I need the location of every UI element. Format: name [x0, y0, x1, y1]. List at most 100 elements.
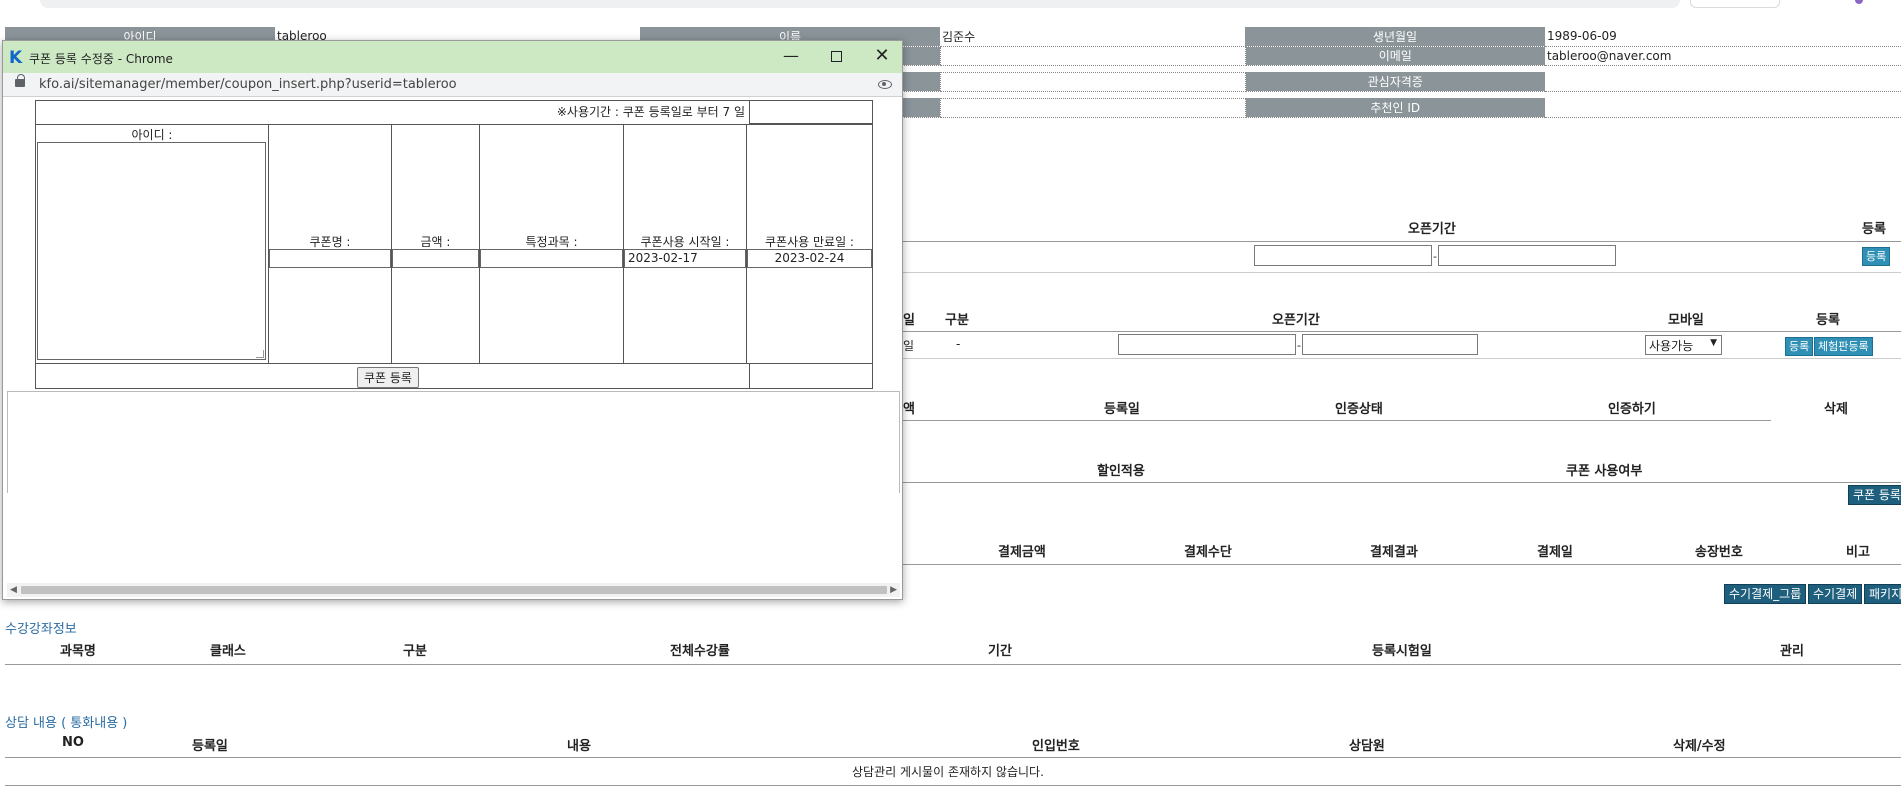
end-date-input[interactable]: 2023-02-24 [747, 249, 872, 268]
mobile-select[interactable]: 사용가능 ▼ [1645, 335, 1722, 355]
divider [903, 331, 1901, 332]
payment-result-header: 결제결과 [1370, 545, 1418, 560]
open-period-header-2: 오픈기간 [1272, 313, 1320, 328]
chevron-down-icon: ▼ [1710, 338, 1717, 348]
course-col-manage: 관리 [1780, 644, 1804, 659]
resize-handle-icon[interactable] [256, 350, 264, 358]
payment-method-header: 결제수단 [1184, 545, 1232, 560]
close-icon[interactable]: ✕ [870, 45, 894, 67]
address-bar-bottom [40, 0, 1680, 8]
mobile-register-button[interactable]: 등록 [1785, 337, 1814, 356]
reg-date-header: 등록일 [1104, 402, 1140, 417]
course-col-progress: 전체수강률 [670, 644, 730, 659]
popup-titlebar[interactable]: K 쿠폰 등록 수정중 - Chrome — ✕ [3, 41, 902, 73]
popup-lower-frame [7, 391, 900, 493]
payment-date-header: 결제일 [1537, 545, 1573, 560]
minimize-icon[interactable]: — [779, 45, 803, 67]
amount-label: 금액 : [420, 235, 451, 249]
verify-header: 인증하기 [1608, 402, 1656, 417]
k-logo-icon: K [9, 48, 23, 68]
profile-icon[interactable] [1855, 0, 1863, 4]
delete-header: 삭제 [1824, 402, 1848, 417]
lock-icon [15, 74, 25, 87]
eye-icon[interactable] [878, 80, 892, 89]
course-input[interactable] [480, 249, 623, 268]
register-header-2: 등록 [1816, 313, 1840, 328]
browser-top-strip [0, 0, 1901, 22]
mobile-open-start-input[interactable] [1118, 334, 1296, 355]
email-label: 이메일 [1245, 46, 1545, 66]
info-value-blank [939, 45, 1246, 66]
mobile-open-end-input[interactable] [1302, 334, 1478, 355]
course-col-class: 클래스 [210, 644, 246, 659]
submit-side-cell [749, 363, 873, 389]
maximize-icon[interactable] [824, 45, 848, 67]
payment-amount-header: 결제금액 [998, 545, 1046, 560]
referrer-value [1545, 98, 1901, 118]
open-register-button[interactable]: 등록 [1862, 247, 1891, 266]
usage-period-notice: ※사용기간 : 쿠폰 등록일로 부터 7 일 [556, 105, 745, 119]
coupon-name-label: 쿠폰명 : [309, 235, 351, 249]
scroll-right-icon[interactable]: ▶ [890, 585, 897, 595]
toolbar-pill [1690, 0, 1780, 8]
divider [903, 358, 1901, 359]
referrer-label: 추천인 ID [1245, 98, 1545, 118]
amount-input[interactable] [392, 249, 479, 268]
info-value-blank [939, 71, 1246, 92]
manual-payment-button[interactable]: 수기결제 [1808, 584, 1863, 604]
course-section-title: 수강강좌정보 [5, 622, 77, 637]
popup-content: ※사용기간 : 쿠폰 등록일로 부터 7 일 아이디 : 쿠폰명 : 금액 : … [3, 98, 902, 599]
interest-label: 관심자격증 [1245, 72, 1545, 92]
notice-side-cell [749, 100, 873, 124]
open-end-input[interactable] [1438, 245, 1616, 266]
type-header: 구분 [945, 313, 969, 328]
consult-col-inbound: 인입번호 [1032, 739, 1080, 754]
consult-col-agent: 상담원 [1349, 739, 1385, 754]
divider [5, 757, 1901, 758]
id-label: 아이디 : [131, 128, 173, 142]
course-col-type: 구분 [403, 644, 427, 659]
range-dash: - [1433, 250, 1437, 263]
horizontal-scrollbar[interactable]: ◀ ▶ [7, 583, 900, 597]
popup-address-bar[interactable]: kfo.ai/sitemanager/member/coupon_insert.… [3, 73, 902, 97]
start-date-input[interactable]: 2023-02-17 [624, 249, 746, 268]
manual-payment-group-button[interactable]: 수기결제_그룹 [1724, 584, 1807, 604]
coupon-form: ※사용기간 : 쿠폰 등록일로 부터 7 일 아이디 : 쿠폰명 : 금액 : … [35, 100, 873, 389]
birth-value: 1989-06-09 [1545, 27, 1901, 47]
divider [903, 241, 1901, 242]
course-col-period: 기간 [988, 644, 1012, 659]
note-header: 비고 [1846, 545, 1870, 560]
course-label: 특정과목 : [525, 235, 578, 249]
trial-register-button[interactable]: 체험판등록 [1814, 337, 1873, 356]
birth-label: 생년월일 [1245, 27, 1545, 47]
scrollbar-thumb[interactable] [21, 586, 887, 594]
package-button[interactable]: 패키지 [1864, 584, 1901, 604]
divider [903, 272, 1901, 273]
consult-empty-message: 상담관리 게시물이 존재하지 않습니다. [852, 765, 1044, 779]
invoice-header: 송장번호 [1695, 545, 1743, 560]
interest-value [1545, 72, 1901, 92]
divider [903, 564, 1901, 565]
consult-col-date: 등록일 [192, 739, 228, 754]
coupon-name-input[interactable] [269, 249, 391, 268]
end-date-label: 쿠폰사용 만료일 : [765, 235, 854, 249]
email-value: tableroo@naver.com [1545, 46, 1901, 66]
row-date-fragment: 일 [903, 339, 915, 353]
coupon-popup-window[interactable]: K 쿠폰 등록 수정중 - Chrome — ✕ kfo.ai/sitemana… [2, 40, 903, 600]
date-header-fragment: 일 [903, 313, 915, 328]
open-period-header: 오픈기간 [1408, 222, 1456, 237]
popup-url[interactable]: kfo.ai/sitemanager/member/coupon_insert.… [39, 77, 457, 92]
scroll-left-icon[interactable]: ◀ [10, 585, 17, 595]
coupon-register-button[interactable]: 쿠폰 등록 [1848, 485, 1901, 505]
course-col-exam-date: 등록시험일 [1372, 644, 1432, 659]
mobile-header: 모바일 [1668, 313, 1704, 328]
divider [5, 785, 1901, 786]
coupon-submit-button[interactable]: 쿠폰 등록 [357, 367, 419, 388]
row-type: - [956, 337, 961, 351]
consult-col-edit: 삭제/수정 [1673, 739, 1726, 754]
divider [5, 664, 1901, 665]
register-header: 등록 [1862, 222, 1886, 237]
divider [903, 482, 1901, 483]
open-start-input[interactable] [1254, 245, 1432, 266]
id-textarea[interactable] [37, 142, 266, 360]
